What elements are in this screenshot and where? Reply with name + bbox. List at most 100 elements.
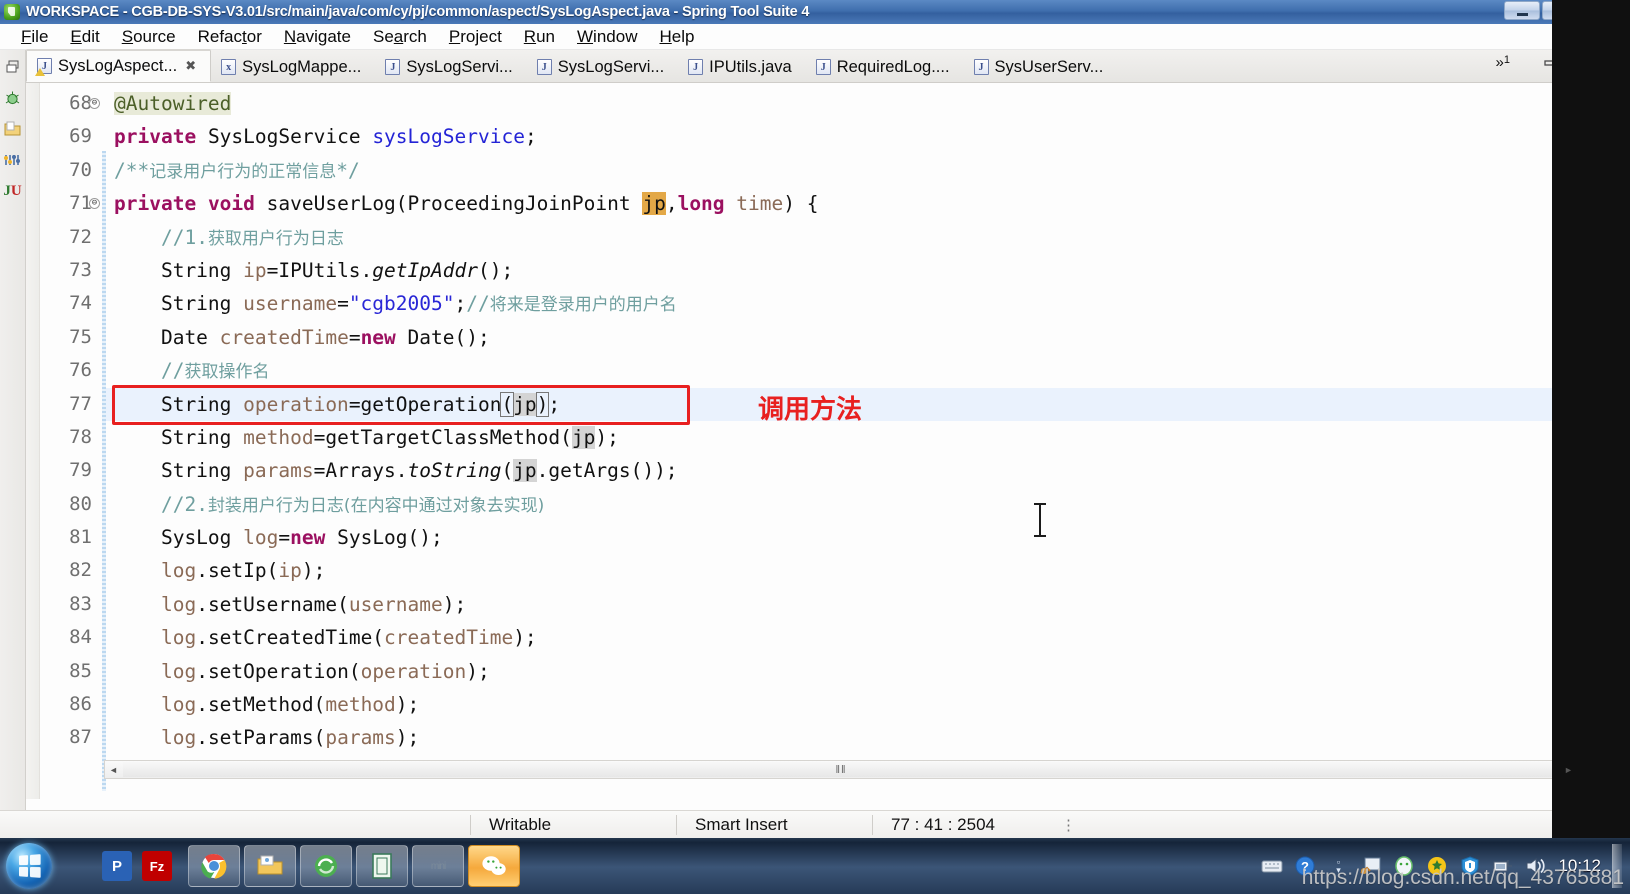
keyboard-icon[interactable] [1261,855,1283,877]
menu-file[interactable]: File [10,27,59,47]
tab-syslogmapper[interactable]: x SysLogMappe... [211,52,375,82]
code-line-80: //2.封装用户行为日志(在内容中通过对象去实现) [160,492,545,516]
editor-tabbar: J SysLogAspect... ✖ x SysLogMappe... J S… [26,49,1596,83]
menu-run[interactable]: Run [513,27,566,47]
editor-area: J SysLogAspect... ✖ x SysLogMappe... J S… [26,49,1596,838]
tab-label: RequiredLog.... [836,57,950,76]
status-bar: Writable Smart Insert 77 : 41 : 2504 ⋮ ⋮ [0,810,1630,838]
tab-label: SysLogAspect... [58,56,178,75]
line-number: 72 [69,225,92,248]
debug-bug-icon[interactable] [4,89,22,107]
package-explorer-icon[interactable] [4,120,22,138]
code-line-68: @Autowired [114,92,232,115]
code-editor[interactable]: 68 ⊖ 69 70 71 ⊖ 72 73 74 75 76 77 78 79 80… [26,83,1596,799]
tab-syslogaspect[interactable]: J SysLogAspect... ✖ [26,49,212,82]
code-text[interactable]: @Autowired private SysLogService sysLogS… [106,83,1596,799]
menu-navigate[interactable]: Navigate [273,27,362,47]
ide-workbench: JU (x)= [0,49,1630,838]
code-line-87: log.setParams(params); [160,726,420,750]
windows-start-orb[interactable] [6,843,52,889]
menu-edit[interactable]: Edit [59,27,110,47]
java-file-icon: J [536,59,552,75]
line-number: 73 [69,258,92,281]
line-number: 85 [69,659,92,682]
screen: WORKSPACE - CGB-DB-SYS-V3.01/src/main/ja… [0,0,1630,894]
window-titlebar: WORKSPACE - CGB-DB-SYS-V3.01/src/main/ja… [0,0,1630,24]
menu-source[interactable]: Source [111,27,187,47]
java-file-warning-icon: J [35,58,52,76]
sogou-browser-icon [315,855,337,877]
tab-overflow-button[interactable]: » 1 [1496,54,1510,71]
minimize-button[interactable] [1504,1,1540,20]
line-number: 82 [69,559,92,582]
watermark: https://blog.csdn.net/qq_43765881 [1301,866,1624,889]
scroll-right-icon[interactable]: ► [1560,765,1577,775]
tab-label: SysLogServi... [557,57,665,76]
minimize-icon [1516,12,1528,16]
status-insert-mode: Smart Insert [695,814,788,834]
status-more-icon[interactable]: ⋮ [1043,812,1094,838]
scroll-left-icon[interactable]: ◄ [105,765,122,775]
line-number: 77 [69,392,92,415]
taskbar-explorer-button[interactable] [244,845,296,887]
filezilla-icon[interactable]: Fz [142,851,172,881]
tab-sysuserservice[interactable]: J SysUserServ... [964,52,1118,82]
windows-logo-icon [19,854,41,878]
java-file-icon: J [973,59,989,75]
restore-view-icon[interactable] [4,58,22,76]
menu-refactor[interactable]: Refactor [187,27,273,47]
taskbar-sogou-browser-button[interactable] [300,845,352,887]
tab-label: SysLogMappe... [242,57,362,76]
menu-project[interactable]: Project [438,27,513,47]
code-line-74: String username="cgb2005";//将来是登录用户的用户名 [114,292,677,316]
java-file-icon: J [688,59,704,75]
tab-close-icon[interactable]: ✖ [185,58,196,74]
taskbar-notes-button[interactable] [356,845,408,887]
mouse-text-cursor [1034,503,1046,537]
java-file-icon: J [815,59,831,75]
line-number: 87 [69,726,92,749]
line-number: 81 [69,526,92,549]
java-file-icon: J [385,59,401,75]
line-number: 76 [69,359,92,382]
taskbar-chrome-button[interactable] [188,845,240,887]
pdf-reader-icon[interactable]: P [102,851,132,881]
code-line-83: log.setUsername(username); [160,592,467,616]
line-number: 84 [69,626,92,649]
tab-syslogservice-iface[interactable]: J SysLogServi... [375,52,526,82]
taskbar-text-app-button[interactable]: mini [412,845,464,887]
menu-help[interactable]: Help [648,27,705,47]
chrome-icon [201,853,227,879]
outline-icon[interactable] [4,151,22,169]
spring-leaf-icon [4,4,20,20]
menu-search[interactable]: Search [362,27,438,47]
line-number: 74 [69,292,92,315]
line-number: 78 [69,425,92,448]
code-line-70: /**记录用户行为的正常信息*/ [114,158,360,182]
tab-iputils[interactable]: J IPUtils.java [678,52,806,82]
left-view-rail: JU [0,50,26,838]
horizontal-scroll-grip[interactable]: ‖‖ [835,764,846,776]
line-number: 80 [69,492,92,515]
code-line-69: private SysLogService sysLogService; [114,125,537,149]
junit-icon[interactable]: JU [3,182,21,200]
taskbar-wechat-button[interactable] [468,845,520,887]
menu-window[interactable]: Window [566,27,648,47]
code-line-76: //获取操作名 [160,359,270,383]
tab-syslogservice-impl[interactable]: J SysLogServi... [527,52,678,82]
editor-horizontal-scrollbar[interactable]: ◄ ‖‖ ► [104,760,1578,779]
line-number: 70 [69,158,92,181]
tab-requiredlog[interactable]: J RequiredLog.... [806,52,964,82]
menubar: File Edit Source Refactor Navigate Searc… [0,24,1630,50]
line-number-ruler: 68 ⊖ 69 70 71 ⊖ 72 73 74 75 76 77 78 79 80… [40,83,102,799]
code-line-75: Date createdTime=new Date(); [114,325,490,349]
fold-collapse-icon[interactable]: ⊖ [89,198,100,210]
line-number: 79 [69,459,92,482]
editor-marker-gutter[interactable] [26,83,40,799]
fold-collapse-icon[interactable]: ⊖ [89,98,100,109]
line-number: 69 [69,125,92,148]
code-line-79: String params=Arrays.toString(jp.getArgs… [114,459,678,483]
code-line-72: //1.获取用户行为日志 [160,225,344,249]
code-line-82: log.setIp(ip); [160,559,326,583]
chevron-double-right-icon: » [1495,54,1504,71]
